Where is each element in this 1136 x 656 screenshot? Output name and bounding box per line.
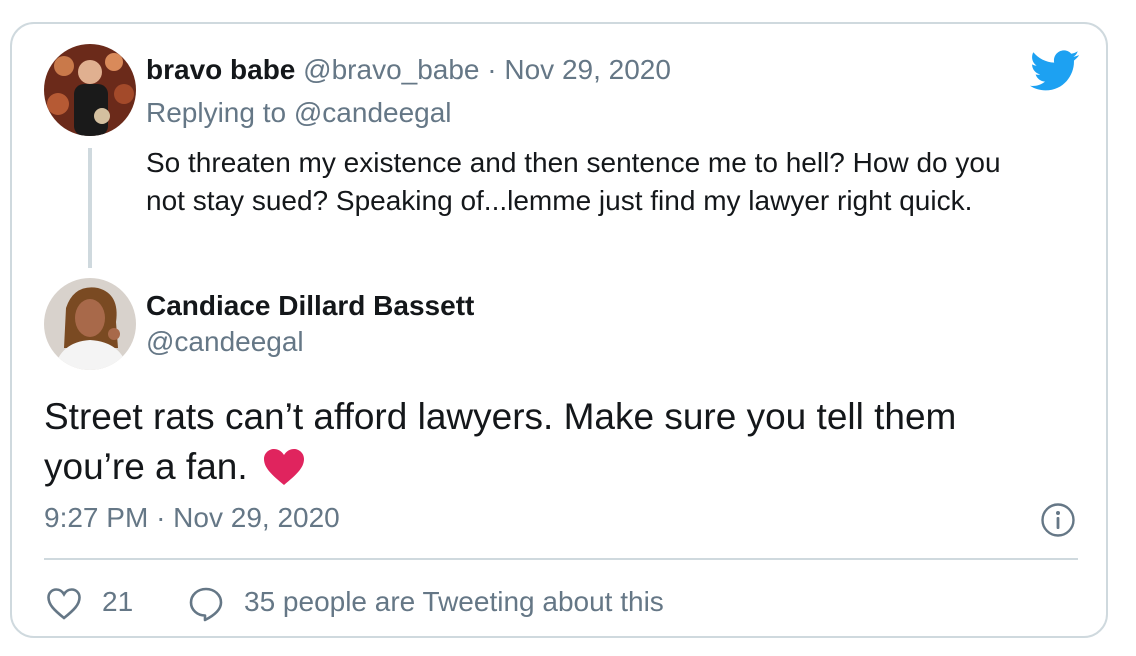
- display-name[interactable]: bravo babe: [146, 54, 295, 85]
- avatar[interactable]: [44, 278, 136, 370]
- twitter-bird-icon[interactable]: [1030, 50, 1080, 92]
- parent-tweet-text: So threaten my existence and then senten…: [146, 147, 1001, 216]
- tweeting-about-link[interactable]: 35 people are Tweeting about this: [244, 586, 664, 618]
- like-count[interactable]: 21: [102, 586, 133, 618]
- tweet-date[interactable]: Nov 29, 2020: [504, 54, 671, 85]
- tweet-text: Street rats can’t afford lawyers. Make s…: [44, 392, 1064, 492]
- replying-handle[interactable]: @candeegal: [294, 97, 452, 128]
- user-handle[interactable]: @bravo_babe: [303, 54, 479, 85]
- tweet-time: 9:27 PM: [44, 502, 149, 533]
- thread-line: [88, 148, 92, 268]
- separator-dot: ·: [156, 502, 166, 533]
- tweet-card: bravo babe @bravo_babe · Nov 29, 2020 Re…: [10, 22, 1108, 638]
- tweet-date: Nov 29, 2020: [173, 502, 340, 533]
- red-heart-icon: [262, 447, 306, 487]
- replying-prefix: Replying to: [146, 97, 287, 128]
- info-icon[interactable]: [1040, 502, 1076, 538]
- speech-bubble-icon[interactable]: [188, 586, 224, 622]
- user-handle[interactable]: @candeegal: [146, 326, 304, 358]
- tweet-body: Street rats can’t afford lawyers. Make s…: [44, 396, 957, 487]
- avatar[interactable]: [44, 44, 136, 136]
- display-name[interactable]: Candiace Dillard Bassett: [146, 290, 474, 322]
- parent-tweet-header: bravo babe @bravo_babe · Nov 29, 2020: [146, 54, 671, 86]
- replying-to: Replying to @candeegal: [146, 97, 452, 129]
- divider: [44, 558, 1078, 560]
- tweet-timestamp[interactable]: 9:27 PM · Nov 29, 2020: [44, 502, 340, 534]
- heart-icon[interactable]: [46, 587, 82, 621]
- separator-dot: ·: [487, 54, 497, 85]
